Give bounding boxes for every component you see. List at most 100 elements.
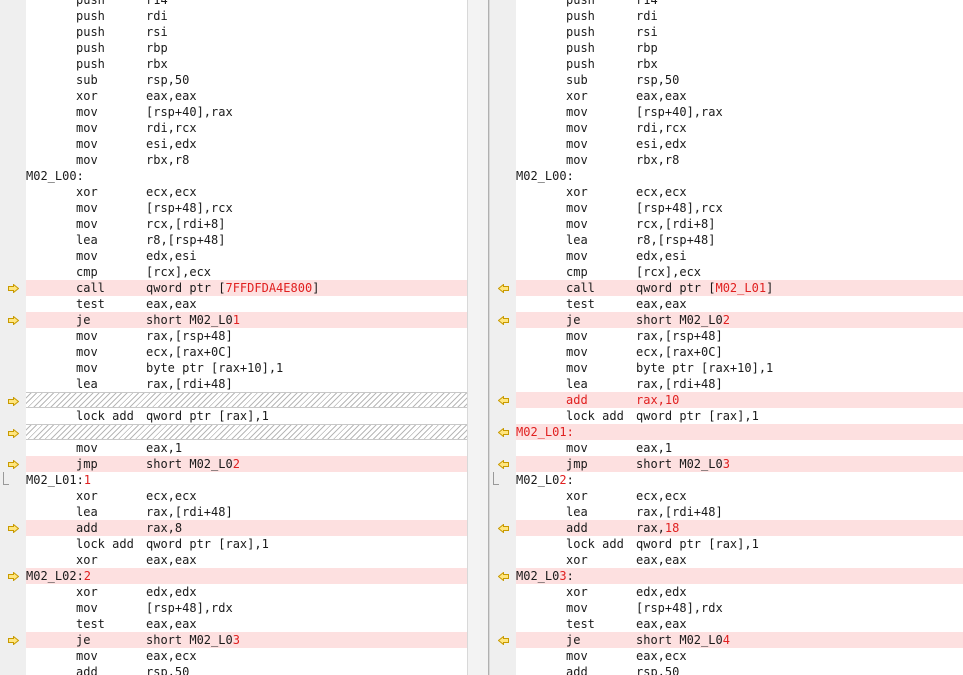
diff-arrow-right-icon[interactable] [0,425,26,441]
code-line[interactable]: lock add qword ptr [rax],1 [26,408,467,424]
code-line[interactable]: mov ecx,[rax+0C] [26,344,467,360]
code-line[interactable]: add rsp,50 [26,664,467,675]
code-line[interactable]: mov rcx,[rdi+8] [26,216,467,232]
code-line[interactable]: mov edx,esi [26,248,467,264]
code-line[interactable]: test eax,eax [516,296,963,312]
code-line[interactable]: test eax,eax [516,616,963,632]
label-line[interactable]: M02_L02: [493,472,963,488]
code-line[interactable]: mov rbx,r8 [516,152,963,168]
code-line[interactable]: lea rax,[rdi+48] [26,376,467,392]
code-line[interactable]: mov [rsp+48],rdx [26,600,467,616]
code-line[interactable]: mov [rsp+48],rdx [516,600,963,616]
code-line[interactable]: add rax,8 [7,520,467,536]
code-line[interactable]: push rsi [26,24,467,40]
code-line[interactable]: mov byte ptr [rax+10],1 [26,360,467,376]
diff-arrow-left-icon[interactable] [490,392,516,408]
code-line[interactable]: mov rax,[rsp+48] [516,328,963,344]
label-line[interactable]: M02_L03: [497,568,963,584]
diff-arrow-right-icon[interactable] [0,393,26,409]
code-line[interactable]: mov eax,ecx [516,648,963,664]
code-line[interactable]: add rsp,50 [516,664,963,675]
code-line[interactable]: sub rsp,50 [516,72,963,88]
code-line[interactable]: mov ecx,[rax+0C] [516,344,963,360]
code-line[interactable]: mov byte ptr [rax+10],1 [516,360,963,376]
code-line[interactable]: push r14 [26,0,467,8]
code-line[interactable]: test eax,eax [26,296,467,312]
code-line[interactable]: mov edx,esi [516,248,963,264]
code-line[interactable]: mov rcx,[rdi+8] [516,216,963,232]
code-line[interactable]: je short M02_L02 [497,312,963,328]
code-line[interactable]: xor ecx,ecx [26,184,467,200]
code-line[interactable]: xor edx,edx [26,584,467,600]
code-line[interactable]: xor eax,eax [26,88,467,104]
code-line[interactable]: lea r8,[rsp+48] [26,232,467,248]
diff-arrow-left-icon[interactable] [490,520,516,536]
code-line[interactable]: lea rax,[rdi+48] [26,504,467,520]
code-line[interactable]: push r14 [516,0,963,8]
code-line[interactable]: push rdi [26,8,467,24]
code-line[interactable]: lock add qword ptr [rax],1 [516,408,963,424]
diff-arrow-right-icon[interactable] [0,520,26,536]
label-line[interactable]: M02_L01: [497,424,963,440]
code-line[interactable]: lea r8,[rsp+48] [516,232,963,248]
code-line[interactable]: call qword ptr [M02_L01] [497,280,963,296]
code-line[interactable]: jmp short M02_L02 [7,456,467,472]
pane-divider[interactable] [467,0,490,675]
left-diff-pane[interactable]: push r14 push rdi push rsi push rbp push rbx sub rs… [0,0,467,675]
code-line[interactable]: mov eax,ecx [26,648,467,664]
diff-arrow-right-icon[interactable] [0,456,26,472]
missing-line-placeholder[interactable] [7,392,467,408]
diff-arrow-left-icon[interactable] [490,280,516,296]
diff-arrow-right-icon[interactable] [0,312,26,328]
code-line[interactable]: xor eax,eax [516,552,963,568]
code-line[interactable]: xor ecx,ecx [26,488,467,504]
code-line[interactable]: xor eax,eax [516,88,963,104]
code-line[interactable]: xor edx,edx [516,584,963,600]
code-line[interactable]: jmp short M02_L03 [497,456,963,472]
code-line[interactable]: xor eax,eax [26,552,467,568]
code-line[interactable]: add rax,10 [497,392,963,408]
code-line[interactable]: push rbx [516,56,963,72]
code-line[interactable]: xor ecx,ecx [516,184,963,200]
code-line[interactable]: test eax,eax [26,616,467,632]
code-line[interactable]: cmp [rcx],ecx [516,264,963,280]
code-line[interactable]: mov eax,1 [26,440,467,456]
code-line[interactable]: je short M02_L01 [7,312,467,328]
code-line[interactable]: mov rdi,rcx [26,120,467,136]
code-line[interactable]: je short M02_L04 [497,632,963,648]
diff-arrow-right-icon[interactable] [0,568,26,584]
diff-arrow-left-icon[interactable] [490,312,516,328]
code-line[interactable]: push rdi [516,8,963,24]
code-line[interactable]: mov [rsp+48],rcx [26,200,467,216]
code-line[interactable]: xor ecx,ecx [516,488,963,504]
code-line[interactable]: cmp [rcx],ecx [26,264,467,280]
code-line[interactable]: mov rbx,r8 [26,152,467,168]
missing-line-placeholder[interactable] [7,424,467,440]
diff-arrow-left-icon[interactable] [490,424,516,440]
diff-arrow-left-icon[interactable] [490,632,516,648]
label-line[interactable]: M02_L00: [26,168,467,184]
label-line[interactable]: M02_L02:2 [7,568,467,584]
code-line[interactable]: mov [rsp+40],rax [516,104,963,120]
code-line[interactable]: mov eax,1 [516,440,963,456]
code-line[interactable]: mov esi,edx [516,136,963,152]
code-line[interactable]: lea rax,[rdi+48] [516,376,963,392]
code-line[interactable]: mov rdi,rcx [516,120,963,136]
code-line[interactable]: lock add qword ptr [rax],1 [26,536,467,552]
code-line[interactable]: call qword ptr [7FFDFDA4E800] [7,280,467,296]
code-line[interactable]: mov esi,edx [26,136,467,152]
diff-arrow-left-icon[interactable] [490,456,516,472]
code-line[interactable]: lea rax,[rdi+48] [516,504,963,520]
code-line[interactable]: mov [rsp+40],rax [26,104,467,120]
code-line[interactable]: push rbp [26,40,467,56]
label-line[interactable]: M02_L01:1 [3,472,467,488]
code-line[interactable]: lock add qword ptr [rax],1 [516,536,963,552]
code-line[interactable]: push rbp [516,40,963,56]
diff-arrow-right-icon[interactable] [0,632,26,648]
diff-arrow-left-icon[interactable] [490,568,516,584]
code-line[interactable]: push rbx [26,56,467,72]
code-line[interactable]: mov [rsp+48],rcx [516,200,963,216]
diff-arrow-right-icon[interactable] [0,280,26,296]
code-line[interactable]: sub rsp,50 [26,72,467,88]
right-diff-pane[interactable]: push r14 push rdi push rsi push rbp push rbx sub rs… [490,0,963,675]
